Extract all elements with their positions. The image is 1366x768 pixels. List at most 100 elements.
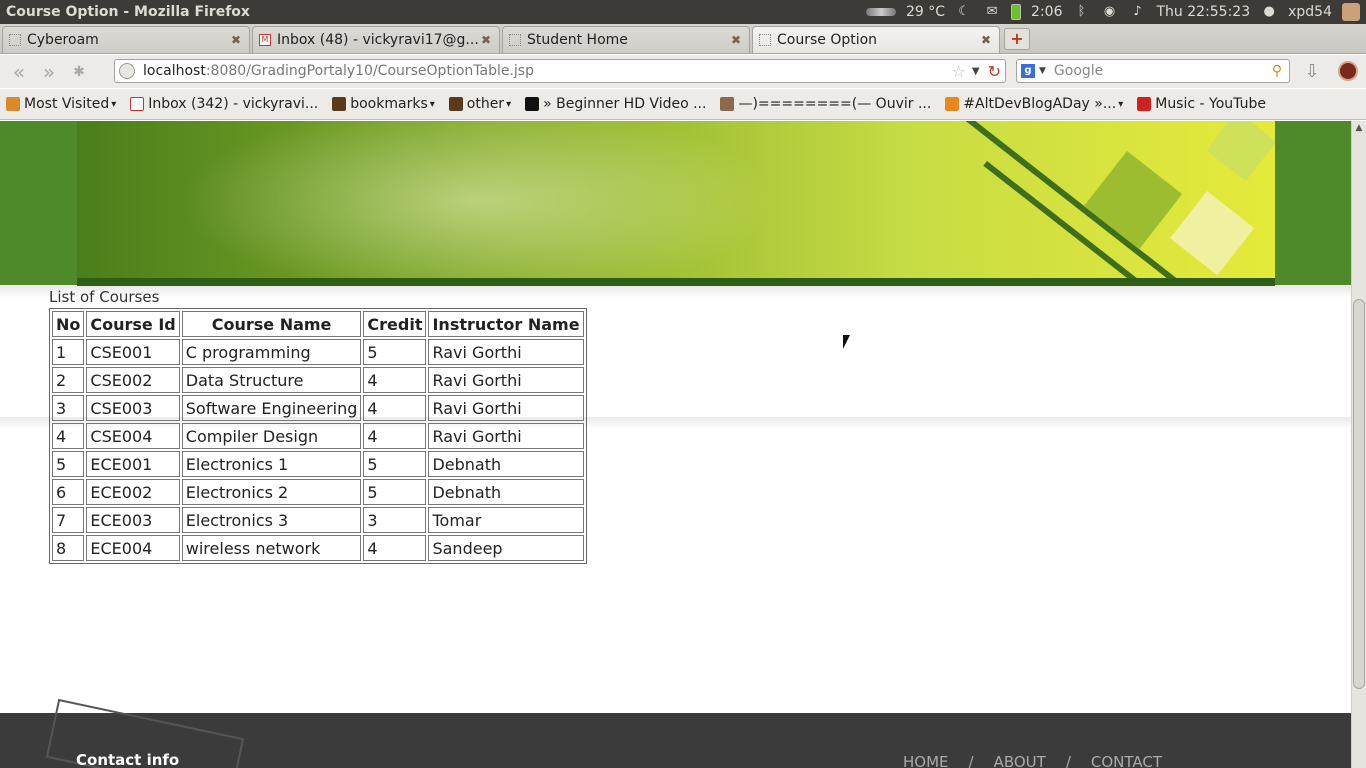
cell-course-name: C programming: [181, 339, 362, 365]
cell-course-name: wireless network: [181, 535, 362, 561]
username[interactable]: xpd54: [1288, 4, 1332, 20]
search-icon[interactable]: ⚲: [1269, 63, 1285, 79]
column-header-no: No: [52, 311, 85, 337]
bookmark-bookmarks-folder[interactable]: bookmarks ▾: [332, 96, 435, 112]
banner-tile: [1083, 151, 1183, 250]
session-avatar-icon[interactable]: [1342, 3, 1360, 21]
search-bar[interactable]: g ▼ Google ⚲: [1016, 59, 1290, 83]
cell-course-name: Compiler Design: [181, 423, 362, 449]
page-icon: [509, 34, 521, 46]
url-dropdown-icon[interactable]: ▼: [972, 66, 980, 77]
bookmark-beginner-hd-video[interactable]: » Beginner HD Video ...: [525, 96, 706, 112]
google-icon[interactable]: g: [1021, 64, 1035, 78]
cell-course-id: ECE002: [86, 479, 180, 505]
bookmarks-bar: Most Visited ▾ Inbox (342) - vickyravi..…: [0, 89, 1366, 120]
site-icon: [525, 97, 540, 111]
tab-cyberoam[interactable]: Cyberoam ✖: [2, 26, 250, 53]
scrollbar-thumb[interactable]: [1353, 299, 1365, 689]
bookmark-inbox[interactable]: Inbox (342) - vickyravi...: [130, 96, 318, 112]
scroll-up-icon[interactable]: ▲: [1352, 121, 1366, 135]
reload-icon[interactable]: ↻: [988, 62, 1001, 81]
bookmark-altdevblogaday[interactable]: #AltDevBlogADay »... ▾: [945, 96, 1123, 112]
youtube-icon: [1137, 97, 1152, 111]
gmail-icon: [130, 97, 145, 111]
volume-icon[interactable]: ♪: [1129, 4, 1147, 20]
bookmark-ouvir[interactable]: —)========(— Ouvir ...: [720, 96, 931, 112]
tab-close-icon[interactable]: ✖: [979, 33, 993, 47]
rss-icon: [945, 97, 960, 111]
download-icon[interactable]: ⇩: [1302, 63, 1322, 81]
vertical-scrollbar[interactable]: ▲: [1351, 121, 1366, 768]
column-header-credit: Credit: [363, 311, 427, 337]
table-header-row: No Course Id Course Name Credit Instruct…: [52, 311, 584, 337]
table-row: 8 ECE004 wireless network 4 Sandeep: [52, 535, 584, 561]
search-input[interactable]: Google: [1050, 63, 1269, 79]
cell-instructor: Debnath: [428, 479, 584, 505]
search-engine-dropdown-icon[interactable]: ▼: [1039, 66, 1046, 76]
tab-student-home[interactable]: Student Home ✖: [502, 26, 750, 53]
mouse-cursor-icon: [843, 335, 850, 349]
cell-credit: 4: [363, 367, 427, 393]
network-icon[interactable]: ◉: [1101, 4, 1119, 20]
mail-icon[interactable]: ✉: [983, 4, 1001, 20]
banner-tile: [1206, 121, 1275, 182]
tab-close-icon[interactable]: ✖: [479, 33, 493, 47]
battery-time: 2:06: [1031, 4, 1063, 20]
battery-icon[interactable]: [1011, 4, 1022, 20]
url-text[interactable]: localhost:8080/GradingPortaly10/CourseOp…: [143, 63, 952, 79]
column-header-course-id: Course Id: [86, 311, 180, 337]
cell-instructor: Ravi Gorthi: [428, 395, 584, 421]
list-title: List of Courses: [49, 288, 160, 306]
footer-link-home[interactable]: HOME: [903, 753, 949, 768]
gmail-icon: M: [259, 34, 271, 46]
bookmark-most-visited[interactable]: Most Visited ▾: [6, 96, 116, 112]
chevron-down-icon: ▾: [429, 98, 435, 110]
bookmark-star-icon[interactable]: ☆: [952, 62, 966, 81]
bookmark-music-youtube[interactable]: Music - YouTube: [1137, 96, 1266, 112]
tab-inbox[interactable]: M Inbox (48) - vickyravi17@g... ✖: [252, 26, 500, 53]
footer-separator: /: [1065, 753, 1071, 768]
cell-credit: 4: [363, 395, 427, 421]
cell-course-name: Data Structure: [181, 367, 362, 393]
tab-label: Student Home: [527, 32, 628, 48]
site-identity-icon[interactable]: [119, 63, 135, 79]
cell-credit: 4: [363, 423, 427, 449]
chevron-down-icon: ▾: [506, 98, 512, 110]
user-icon[interactable]: ●: [1260, 4, 1278, 20]
addon-icon[interactable]: [1338, 61, 1358, 81]
chevron-down-icon: ▾: [1118, 98, 1124, 110]
bookmark-label: #AltDevBlogADay »...: [963, 96, 1117, 112]
cell-instructor: Debnath: [428, 451, 584, 477]
bookmark-other-folder[interactable]: other ▾: [448, 96, 512, 112]
tab-label: Course Option: [777, 32, 878, 48]
bluetooth-icon[interactable]: ᛒ: [1073, 4, 1091, 20]
cell-no: 2: [52, 367, 85, 393]
footer-link-contact[interactable]: CONTACT: [1091, 753, 1162, 768]
folder-icon: [332, 97, 347, 111]
system-tray: 29 °C ☾ ✉ 2:06 ᛒ ◉ ♪ Thu 22:55:23 ● xpd5…: [866, 3, 1366, 21]
cell-no: 8: [52, 535, 85, 561]
history-icon[interactable]: ✱: [64, 60, 94, 84]
moon-icon[interactable]: ☾: [955, 4, 973, 20]
cell-no: 3: [52, 395, 85, 421]
table-row: 4 CSE004 Compiler Design 4 Ravi Gorthi: [52, 423, 584, 449]
tab-close-icon[interactable]: ✖: [729, 33, 743, 47]
forward-button[interactable]: »: [34, 60, 64, 84]
tab-close-icon[interactable]: ✖: [229, 33, 243, 47]
contact-info-heading: Contact info: [76, 751, 180, 768]
tab-strip: Cyberoam ✖ M Inbox (48) - vickyravi17@g.…: [0, 24, 1366, 54]
footer-link-about[interactable]: ABOUT: [994, 753, 1046, 768]
cell-credit: 5: [363, 339, 427, 365]
cell-course-name: Electronics 2: [181, 479, 362, 505]
back-button[interactable]: «: [4, 60, 34, 84]
url-bar[interactable]: localhost:8080/GradingPortaly10/CourseOp…: [114, 59, 1006, 83]
header-banner: [77, 121, 1275, 278]
cell-course-id: CSE001: [86, 339, 180, 365]
url-host: localhost: [143, 63, 206, 79]
cell-course-id: CSE002: [86, 367, 180, 393]
clock[interactable]: Thu 22:55:23: [1157, 4, 1251, 20]
footer-separator: /: [968, 753, 974, 768]
new-tab-button[interactable]: +: [1004, 28, 1030, 50]
page-icon: [759, 34, 771, 46]
tab-course-option[interactable]: Course Option ✖: [752, 26, 1000, 53]
